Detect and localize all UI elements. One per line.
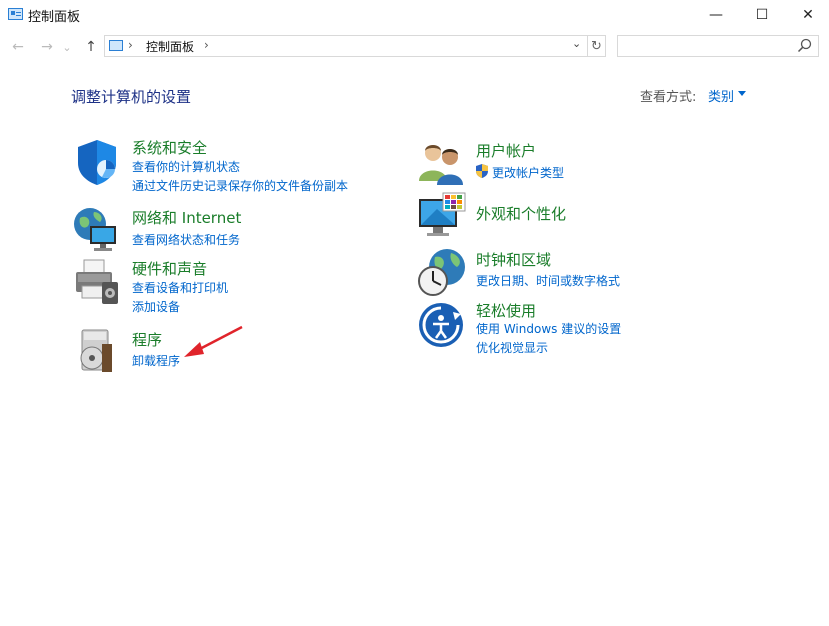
window-title: 控制面板 [28, 10, 81, 25]
red-annotation-arrow [184, 325, 243, 357]
link-add-device[interactable]: 添加设备 [132, 298, 180, 315]
close-button[interactable]: ✕ [785, 0, 829, 30]
link-view-network-status[interactable]: 查看网络状态和任务 [132, 231, 240, 248]
category-hardware-sound-title[interactable]: 硬件和声音 [132, 258, 207, 279]
programs-disc-icon[interactable] [72, 326, 122, 376]
maximize-button[interactable]: ☐ [739, 0, 785, 30]
link-change-date-time-format[interactable]: 更改日期、时间或数字格式 [476, 272, 620, 289]
category-programs-title[interactable]: 程序 [132, 329, 162, 350]
accessibility-icon[interactable] [417, 300, 467, 350]
users-icon[interactable] [417, 137, 467, 187]
forward-button[interactable]: → [36, 37, 58, 57]
uac-shield-icon [476, 164, 488, 178]
network-globe-icon[interactable] [72, 204, 122, 254]
search-icon[interactable] [796, 37, 814, 55]
monitor-palette-icon[interactable] [417, 191, 467, 241]
search-input[interactable] [622, 38, 796, 56]
link-optimize-visual-display[interactable]: 优化视觉显示 [476, 339, 548, 356]
control-panel-icon [109, 40, 123, 51]
refresh-button[interactable]: ↻ [588, 35, 606, 57]
address-dropdown-button[interactable]: ⌄ [572, 37, 581, 50]
printer-icon[interactable] [72, 258, 122, 308]
link-file-history-backup[interactable]: 通过文件历史记录保存你的文件备份副本 [132, 177, 348, 194]
breadcrumb-separator-end[interactable]: › [204, 38, 209, 52]
clock-globe-icon[interactable] [417, 247, 467, 297]
view-by-dropdown[interactable]: 类别 [708, 86, 734, 105]
minimize-button[interactable]: — [693, 0, 739, 30]
up-button[interactable]: ↑ [80, 37, 102, 57]
category-ease-of-access-title[interactable]: 轻松使用 [476, 300, 536, 321]
chevron-down-icon[interactable] [738, 91, 746, 96]
category-appearance-title[interactable]: 外观和个性化 [476, 203, 566, 224]
link-view-devices-printers[interactable]: 查看设备和打印机 [132, 279, 228, 296]
link-uninstall-program[interactable]: 卸载程序 [132, 352, 180, 369]
recent-locations-button[interactable]: ⌄ [60, 37, 74, 57]
breadcrumb-separator[interactable]: › [128, 38, 133, 52]
breadcrumb-control-panel[interactable]: 控制面板 [146, 38, 194, 55]
link-windows-recommended-settings[interactable]: 使用 Windows 建议的设置 [476, 320, 621, 337]
link-view-computer-status[interactable]: 查看你的计算机状态 [132, 158, 240, 175]
category-system-security-title[interactable]: 系统和安全 [132, 137, 207, 158]
back-button[interactable]: ← [7, 37, 29, 57]
category-user-accounts-title[interactable]: 用户帐户 [476, 140, 536, 161]
link-change-account-type[interactable]: 更改帐户类型 [492, 164, 564, 181]
title-bar: 控制面板 — ☐ ✕ [0, 0, 829, 30]
page-title: 调整计算机的设置 [71, 88, 192, 106]
shield-icon[interactable] [72, 137, 122, 187]
control-panel-app-icon [8, 8, 23, 20]
view-by-label: 查看方式: [640, 90, 697, 105]
category-network-title[interactable]: 网络和 Internet [132, 207, 241, 228]
category-clock-region-title[interactable]: 时钟和区域 [476, 249, 551, 270]
search-box[interactable] [617, 35, 819, 57]
